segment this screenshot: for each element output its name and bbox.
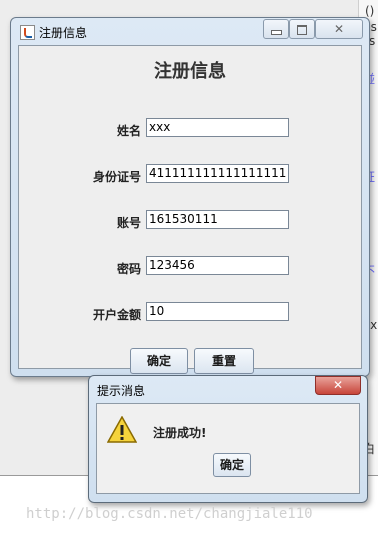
password-label: 密码 xyxy=(116,262,141,276)
form-panel: 注册信息 姓名 xxx 身份证号 411111111111111111 账号 1… xyxy=(18,45,362,374)
reset-button[interactable]: 重置 xyxy=(194,348,254,374)
name-label: 姓名 xyxy=(116,124,141,138)
dialog-close-button[interactable]: ✕ xyxy=(315,376,361,395)
title-bar[interactable]: 注册信息 ✕ xyxy=(11,18,369,44)
deposit-amount-label: 开户金额 xyxy=(92,308,141,322)
minimize-button[interactable] xyxy=(263,19,289,39)
name-field[interactable]: xxx xyxy=(146,118,289,137)
java-app-icon xyxy=(20,25,35,40)
close-icon: ✕ xyxy=(333,22,345,36)
close-icon: ✕ xyxy=(332,378,344,392)
window-title: 注册信息 xyxy=(39,26,88,40)
maximize-button[interactable] xyxy=(289,19,315,39)
dialog-title: 提示消息 xyxy=(97,384,146,398)
deposit-amount-field[interactable]: 10 xyxy=(146,302,289,321)
password-field[interactable]: 123456 xyxy=(146,256,289,275)
message-dialog: 提示消息 ✕ 注册成功! 确定 xyxy=(88,375,368,503)
close-button[interactable]: ✕ xyxy=(315,19,363,39)
registration-dialog: 注册信息 ✕ 注册信息 姓名 xxx 身份证号 4111111111111111… xyxy=(10,17,370,377)
confirm-button[interactable]: 确定 xyxy=(130,348,188,374)
dialog-message: 注册成功! xyxy=(153,426,207,440)
id-number-field[interactable]: 411111111111111111 xyxy=(146,164,289,183)
account-field[interactable]: 161530111 xyxy=(146,210,289,229)
warning-icon xyxy=(107,416,137,443)
ok-button[interactable]: 确定 xyxy=(213,453,251,477)
account-label: 账号 xyxy=(116,216,141,230)
form-heading: 注册信息 xyxy=(154,61,226,82)
bg-text: () xyxy=(365,4,375,18)
id-number-label: 身份证号 xyxy=(92,170,141,184)
watermark: http://blog.csdn.net/changjiale110 xyxy=(26,506,313,522)
dialog-body: 注册成功! 确定 xyxy=(96,403,360,494)
